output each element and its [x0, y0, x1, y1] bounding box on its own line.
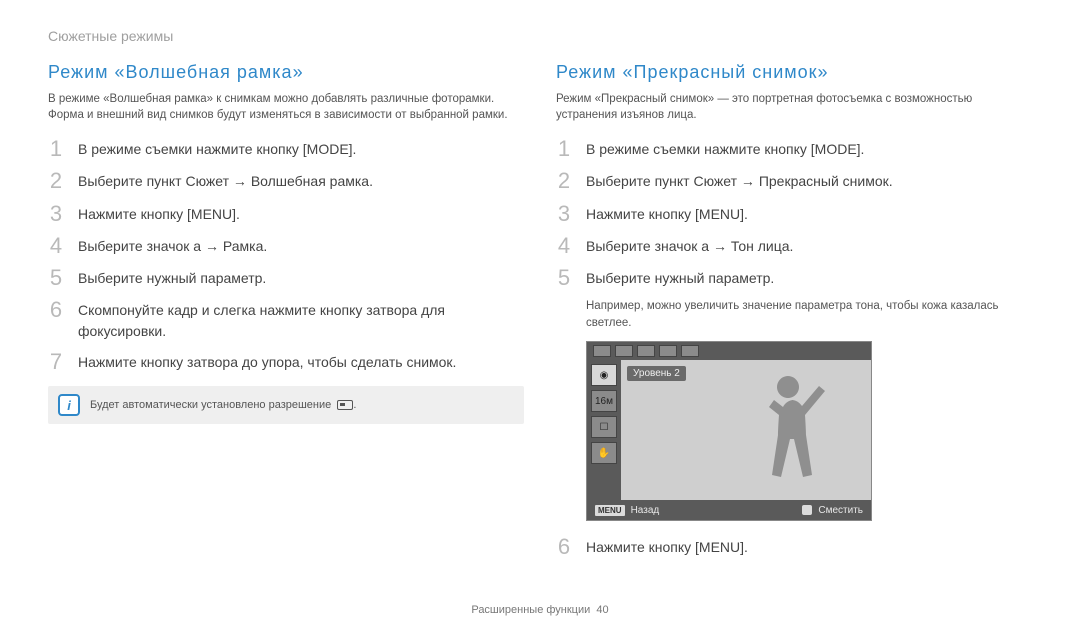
step-number: 1 [556, 137, 572, 161]
right-column: Режим «Прекрасный снимок» Режим «Прекрас… [556, 62, 1032, 568]
section-title-right: Режим «Прекрасный снимок» [556, 62, 1032, 83]
lcd-top-chip [615, 345, 633, 357]
step-number: 5 [556, 266, 572, 290]
nav-dot-icon [802, 505, 812, 515]
step-number: 3 [48, 202, 64, 226]
lcd-side-button[interactable]: 16м [591, 390, 617, 412]
step-text: В режиме съемки нажмите кнопку [MODE]. [78, 137, 356, 160]
step-number: 6 [48, 298, 64, 322]
step-text: В режиме съемки нажмите кнопку [MODE]. [586, 137, 864, 160]
lcd-sidebar: ◉ 16м ☐ ✋ [587, 360, 621, 500]
footer-page-number: 40 [596, 604, 608, 616]
lcd-top-bar [587, 342, 871, 360]
step-number: 7 [48, 350, 64, 374]
step-text: Нажмите кнопку затвора до упора, чтобы с… [78, 350, 456, 373]
step-text: Выберите пункт Сюжет → Волшебная рамка. [78, 169, 373, 192]
section-title-left: Режим «Волшебная рамка» [48, 62, 524, 83]
menu-tag-icon: MENU [595, 505, 625, 516]
step-text: Выберите значок a → Рамка. [78, 234, 267, 257]
lcd-top-chip [593, 345, 611, 357]
step-text: Нажмите кнопку [MENU]. [78, 202, 240, 225]
lcd-move-label: Сместить [818, 505, 863, 516]
step-number: 1 [48, 137, 64, 161]
step-number: 4 [48, 234, 64, 258]
steps-right-after: 6 Нажмите кнопку [MENU]. [556, 535, 1032, 559]
lcd-canvas: Уровень 2 [621, 360, 871, 500]
step-text: Выберите нужный параметр. [78, 266, 266, 289]
steps-left: 1В режиме съемки нажмите кнопку [MODE]. … [48, 137, 524, 374]
lcd-back-control[interactable]: MENU Назад [595, 505, 659, 516]
lcd-side-button[interactable]: ◉ [591, 364, 617, 386]
footer-section-label: Расширенные функции [471, 604, 590, 616]
lcd-bottom-bar: MENU Назад Сместить [587, 500, 871, 520]
lcd-back-label: Назад [631, 505, 660, 516]
lcd-top-chip [659, 345, 677, 357]
left-column: Режим «Волшебная рамка» В режиме «Волшеб… [48, 62, 524, 568]
lcd-side-button[interactable]: ✋ [591, 442, 617, 464]
step-text: Скомпонуйте кадр и слегка нажмите кнопку… [78, 298, 524, 342]
breadcrumb: Сюжетные режимы [48, 28, 1032, 44]
step-text: Нажмите кнопку [MENU]. [586, 202, 748, 225]
step-number: 2 [48, 169, 64, 193]
step-number: 6 [556, 535, 572, 559]
step-number: 4 [556, 234, 572, 258]
steps-right: 1В режиме съемки нажмите кнопку [MODE]. … [556, 137, 1032, 290]
info-icon: i [58, 394, 80, 416]
camera-lcd-preview: ◉ 16м ☐ ✋ Уровень 2 MENU [586, 341, 872, 521]
lcd-side-button[interactable]: ☐ [591, 416, 617, 438]
step-number: 2 [556, 169, 572, 193]
note-text: Будет автоматически установлено разрешен… [90, 399, 356, 411]
resolution-icon [337, 400, 353, 410]
lcd-level-chip: Уровень 2 [627, 366, 686, 381]
intro-right: Режим «Прекрасный снимок» — это портретн… [556, 91, 1032, 123]
lcd-top-chip [637, 345, 655, 357]
person-silhouette-icon [743, 368, 833, 500]
intro-left: В режиме «Волшебная рамка» к снимкам мож… [48, 91, 524, 123]
step-text: Нажмите кнопку [MENU]. [586, 535, 748, 558]
step-text: Выберите нужный параметр. [586, 266, 774, 289]
page-footer: Расширенные функции 40 [0, 604, 1080, 616]
sub-step-text: Например, можно увеличить значение парам… [586, 298, 1032, 331]
lcd-top-chip [681, 345, 699, 357]
step-text: Выберите значок a → Тон лица. [586, 234, 793, 257]
step-number: 3 [556, 202, 572, 226]
note-box: i Будет автоматически установлено разреш… [48, 386, 524, 424]
lcd-move-control[interactable]: Сместить [802, 505, 863, 516]
step-text: Выберите пункт Сюжет → Прекрасный снимок… [586, 169, 893, 192]
step-number: 5 [48, 266, 64, 290]
